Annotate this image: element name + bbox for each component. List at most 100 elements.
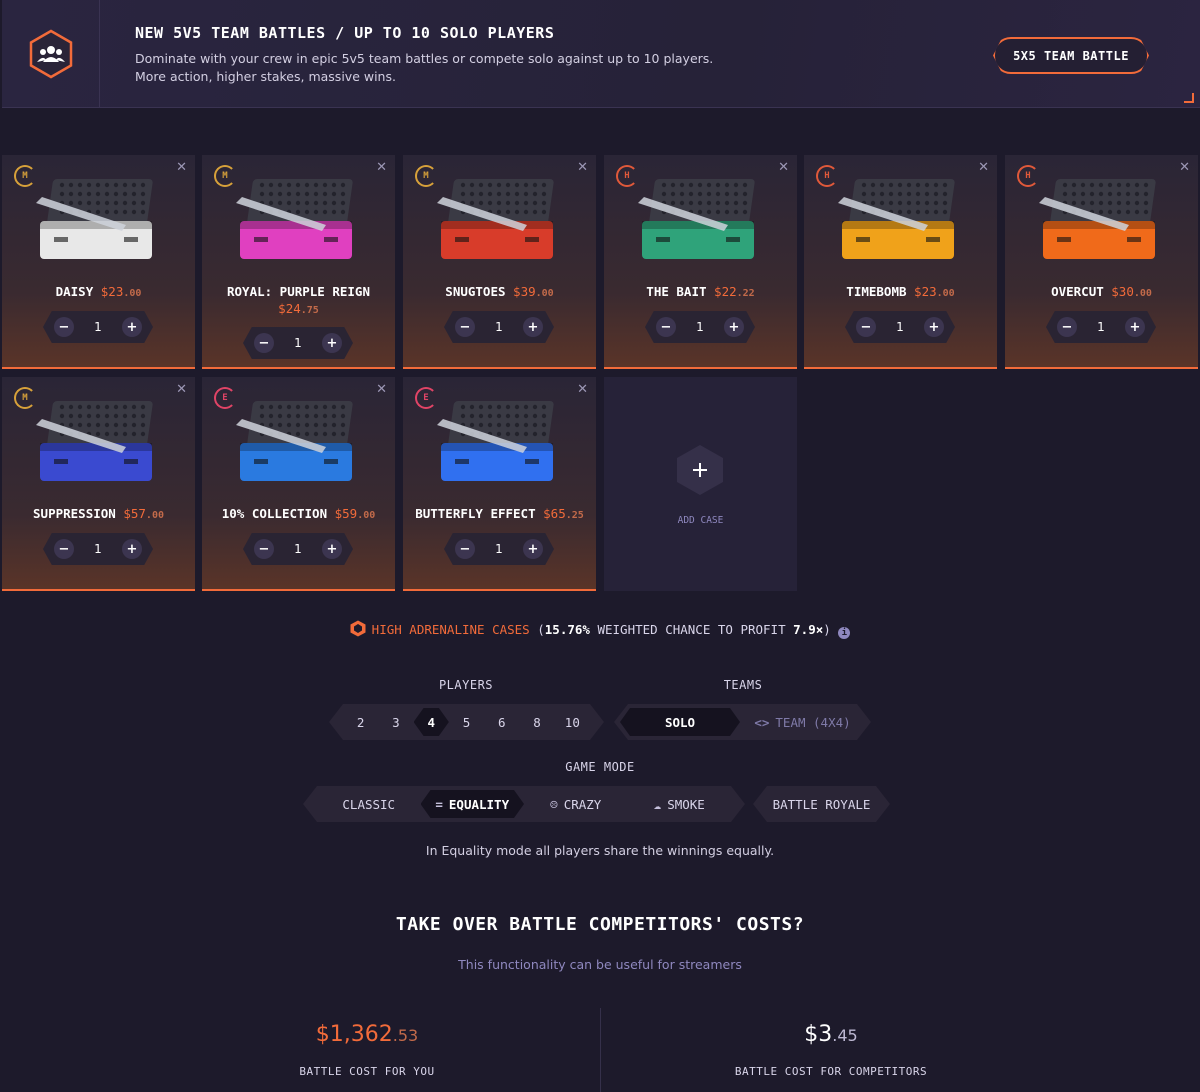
minus-button[interactable]: − xyxy=(54,317,74,337)
team-option-solo[interactable]: SOLO xyxy=(620,708,740,736)
player-count-option[interactable]: 2 xyxy=(343,708,378,736)
case-name: SUPPRESSION xyxy=(33,506,116,521)
minus-button[interactable]: − xyxy=(455,317,475,337)
player-count-option[interactable]: 10 xyxy=(555,708,590,736)
close-icon[interactable]: ✕ xyxy=(978,160,989,175)
plus-button[interactable]: + xyxy=(522,317,543,337)
case-price-cents: .00 xyxy=(145,510,164,521)
plus-button[interactable]: + xyxy=(522,539,543,559)
case-card[interactable]: M ✕ ROYAL: PURPLE REIGN $24.75−1 + xyxy=(202,155,395,369)
case-card[interactable]: H ✕ OVERCUT $30.00−1 + xyxy=(1005,155,1198,369)
banner-description-line: More action, higher stakes, massive wins… xyxy=(135,69,396,84)
quantity-value: 1 xyxy=(294,336,302,350)
close-icon[interactable]: ✕ xyxy=(176,382,187,397)
player-count-option[interactable]: 3 xyxy=(378,708,413,736)
battle-royale-selector: BATTLE ROYALE xyxy=(753,786,890,822)
profit-chance-info: HIGH ADRENALINE CASES (15.76% WEIGHTED C… xyxy=(0,620,1200,639)
plus-button[interactable]: + xyxy=(321,539,342,559)
minus-button[interactable]: − xyxy=(54,539,74,559)
plus-button[interactable]: + xyxy=(121,317,142,337)
minus-button[interactable]: − xyxy=(254,539,274,559)
case-card[interactable]: M ✕ SUPPRESSION $57.00−1 + xyxy=(2,377,195,591)
minus-button[interactable]: − xyxy=(656,317,676,337)
case-card[interactable]: H ✕ TIMEBOMB $23.00−1 + xyxy=(804,155,997,369)
plus-button[interactable]: + xyxy=(723,317,744,337)
case-card[interactable]: E ✕ BUTTERFLY EFFECT $65.25−1 + xyxy=(403,377,596,591)
quantity-stepper: − 1 + xyxy=(444,533,554,565)
case-price: $30 xyxy=(1111,284,1134,299)
quantity-stepper: − 1 + xyxy=(444,311,554,343)
add-case-button[interactable]: ADD CASE xyxy=(604,377,797,591)
case-card[interactable]: E ✕ 10% COLLECTION $59.00−1 + xyxy=(202,377,395,591)
close-icon[interactable]: ✕ xyxy=(176,160,187,175)
takeover-subtitle: This functionality can be useful for str… xyxy=(458,957,742,972)
team-icon xyxy=(28,29,74,79)
minus-button[interactable]: − xyxy=(856,317,876,337)
players-label: PLAYERS xyxy=(438,678,494,692)
case-card[interactable]: H ✕ THE BAIT $22.22−1 + xyxy=(604,155,797,369)
close-icon[interactable]: ✕ xyxy=(376,382,387,397)
player-count-option[interactable]: 4 xyxy=(414,708,449,736)
banner-icon-panel xyxy=(2,0,100,108)
cost-comp-label: BATTLE COST FOR COMPETITORS xyxy=(734,1065,928,1078)
smoke-icon: ☁ xyxy=(653,796,662,812)
case-price: $65 xyxy=(543,506,566,521)
cost-comp-main: $3 xyxy=(804,1022,833,1047)
player-count-option[interactable]: 8 xyxy=(519,708,554,736)
close-icon[interactable]: ✕ xyxy=(778,160,789,175)
mode-smoke[interactable]: ☁ SMOKE xyxy=(628,790,732,818)
quantity-value: 1 xyxy=(896,320,904,334)
case-card[interactable]: M ✕ DAISY $23.00−1 + xyxy=(2,155,195,369)
quantity-stepper: − 1 + xyxy=(43,311,153,343)
quantity-value: 1 xyxy=(94,542,102,556)
plus-button[interactable]: + xyxy=(1124,317,1145,337)
case-image xyxy=(36,401,153,481)
profit-multiplier: 7.9× xyxy=(793,622,824,637)
case-price: $57 xyxy=(123,506,146,521)
mode-classic[interactable]: CLASSIC xyxy=(317,790,421,818)
mode-crazy-label: CRAZY xyxy=(563,796,602,812)
case-name-price: SUPPRESSION $57.00 xyxy=(10,505,187,524)
minus-button[interactable]: − xyxy=(254,333,274,353)
plus-button[interactable]: + xyxy=(321,333,342,353)
case-name: SNUGTOES xyxy=(445,284,506,299)
team-option-team[interactable]: <> TEAM (4X4) xyxy=(740,708,865,736)
case-name-price: DAISY $23.00 xyxy=(10,283,187,302)
info-text: WEIGHTED CHANCE TO PROFIT xyxy=(589,622,794,637)
close-icon[interactable]: ✕ xyxy=(577,382,588,397)
plus-button[interactable]: + xyxy=(923,317,944,337)
quantity-value: 1 xyxy=(294,542,302,556)
minus-button[interactable]: − xyxy=(455,539,475,559)
equals-icon: = xyxy=(435,796,443,812)
close-icon[interactable]: ✕ xyxy=(577,160,588,175)
cost-you-cents: .53 xyxy=(392,1026,419,1045)
cost-divider xyxy=(600,1008,601,1092)
mode-crazy[interactable]: ☹ CRAZY xyxy=(524,790,628,818)
quantity-stepper: − 1 + xyxy=(43,533,153,565)
mode-smoke-label: SMOKE xyxy=(667,796,705,812)
info-paren-close: ) xyxy=(823,622,831,637)
mode-equality[interactable]: = EQUALITY xyxy=(421,790,525,818)
plus-button[interactable]: + xyxy=(121,539,142,559)
cost-you-main: $1,362 xyxy=(315,1022,393,1047)
case-image xyxy=(437,179,554,259)
player-count-option[interactable]: 5 xyxy=(449,708,484,736)
crazy-face-icon: ☹ xyxy=(550,796,558,812)
case-name: ROYAL: PURPLE REIGN xyxy=(227,284,370,299)
close-icon[interactable]: ✕ xyxy=(1179,160,1190,175)
quantity-value: 1 xyxy=(1097,320,1105,334)
mode-battle-royale[interactable]: BATTLE ROYALE xyxy=(763,790,880,818)
close-icon[interactable]: ✕ xyxy=(376,160,387,175)
case-name-price: SNUGTOES $39.00 xyxy=(411,283,588,302)
case-image xyxy=(638,179,755,259)
player-count-option[interactable]: 6 xyxy=(484,708,519,736)
case-price-cents: .00 xyxy=(1133,288,1152,299)
case-card[interactable]: M ✕ SNUGTOES $39.00−1 + xyxy=(403,155,596,369)
plus-icon xyxy=(677,445,723,495)
info-icon[interactable]: i xyxy=(838,627,851,639)
case-price-cents: .22 xyxy=(736,288,755,299)
quantity-stepper: − 1 + xyxy=(1046,311,1156,343)
case-price: $23 xyxy=(100,284,124,299)
minus-button[interactable]: − xyxy=(1057,317,1077,337)
team-battle-button[interactable]: 5X5 TEAM BATTLE xyxy=(993,37,1149,74)
